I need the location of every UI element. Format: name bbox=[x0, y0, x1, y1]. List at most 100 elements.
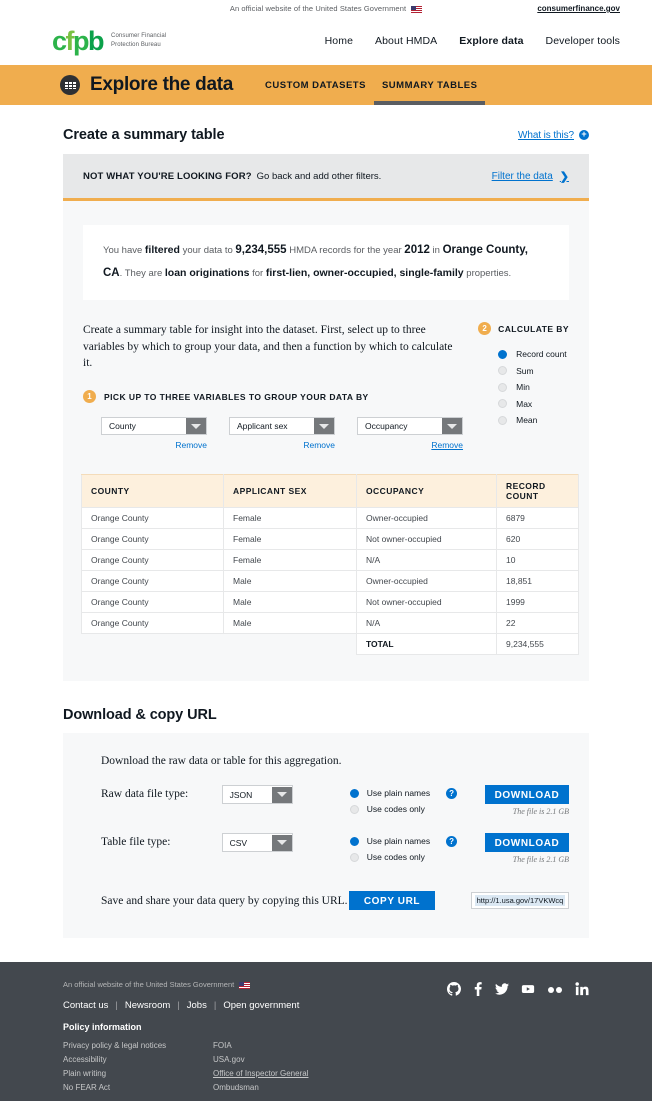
flickr-icon[interactable] bbox=[547, 985, 563, 997]
copy-url-text: Save and share your data query by copyin… bbox=[101, 894, 348, 907]
nav-item-home[interactable]: Home bbox=[325, 35, 353, 47]
group-select-3[interactable]: Occupancy bbox=[357, 417, 463, 436]
download-panel: Download the raw data or table for this … bbox=[63, 733, 589, 939]
radio-max[interactable]: Max bbox=[498, 396, 569, 413]
radio-min[interactable]: Min bbox=[498, 379, 569, 396]
footer-link-usa-gov[interactable]: USA.gov bbox=[213, 1053, 363, 1067]
step-1-label: PICK UP TO THREE VARIABLES TO GROUP YOUR… bbox=[104, 391, 369, 402]
builder-left: Create a summary table for insight into … bbox=[83, 322, 463, 450]
step-2-number: 2 bbox=[478, 322, 492, 335]
share-url-field[interactable]: http://1.usa.gov/17VKWcq bbox=[471, 892, 569, 910]
fs-t3: HMDA records for the year bbox=[286, 245, 405, 256]
gov-banner: An official website of the United States… bbox=[0, 0, 652, 17]
twitter-icon[interactable] bbox=[495, 982, 509, 999]
group-select-1[interactable]: County bbox=[101, 417, 207, 436]
table-codes-only-option[interactable]: Use codes only bbox=[349, 849, 469, 865]
table-filetype-value: CSV bbox=[229, 837, 248, 848]
table-row: Orange County Male Owner-occupied 18,851 bbox=[81, 570, 579, 593]
table-file-row: Table file type: CSV Use plain names ? U… bbox=[101, 833, 569, 865]
group-select-2[interactable]: Applicant sex bbox=[229, 417, 335, 436]
nav-item-about-hmda[interactable]: About HMDA bbox=[375, 35, 437, 47]
raw-codes-only-option[interactable]: Use codes only bbox=[349, 801, 469, 817]
youtube-icon[interactable] bbox=[521, 982, 535, 999]
footer-link-jobs[interactable]: Jobs bbox=[187, 1000, 207, 1011]
footer-link-privacy-policy[interactable]: Privacy policy & legal notices bbox=[63, 1039, 213, 1053]
table-filetype-select[interactable]: CSV bbox=[221, 833, 293, 853]
table-row: Orange County Female Owner-occupied 6879 bbox=[81, 507, 579, 530]
footer-link-foia[interactable]: FOIA bbox=[213, 1039, 363, 1053]
builder-intro-text: Create a summary table for insight into … bbox=[83, 324, 453, 370]
radio-mean[interactable]: Mean bbox=[498, 412, 569, 429]
linkedin-icon[interactable] bbox=[575, 982, 589, 999]
footer-link-open-government[interactable]: Open government bbox=[223, 1000, 299, 1011]
cell-applicant-sex: Male bbox=[223, 612, 357, 635]
radio-record-count[interactable]: Record count bbox=[498, 346, 569, 363]
radio-dot bbox=[498, 415, 508, 425]
main-navigation: cfpb Consumer Financial Protection Burea… bbox=[0, 17, 652, 65]
raw-data-filetype-select[interactable]: JSON bbox=[221, 785, 293, 805]
table-row: Orange County Female N/A 10 bbox=[81, 549, 579, 572]
fs-t5: . They are bbox=[119, 268, 165, 279]
raw-download-col: DOWNLOAD The file is 2.1 GB bbox=[469, 785, 569, 816]
footer-link-ombudsman[interactable]: Ombudsman bbox=[213, 1081, 363, 1095]
tab-summary-tables[interactable]: SUMMARY TABLES bbox=[373, 65, 486, 105]
footer-link-accessibility[interactable]: Accessibility bbox=[63, 1053, 213, 1067]
footer-col-2: FOIA USA.gov Office of Inspector General… bbox=[213, 1039, 363, 1095]
total-label: TOTAL bbox=[356, 633, 497, 656]
footer-col-1: Privacy policy & legal notices Accessibi… bbox=[63, 1039, 213, 1095]
cell-county: Orange County bbox=[81, 570, 224, 593]
cell-occupancy: Not owner-occupied bbox=[356, 528, 497, 551]
chevron-down-icon bbox=[442, 418, 462, 435]
radio-sum[interactable]: Sum bbox=[498, 363, 569, 380]
facebook-icon[interactable] bbox=[473, 982, 483, 999]
remove-variable-1[interactable]: Remove bbox=[101, 440, 207, 450]
cell-record-count: 1999 bbox=[496, 591, 579, 614]
footer-social-icons bbox=[447, 982, 589, 999]
page-content: Create a summary table What is this? + N… bbox=[0, 127, 652, 1101]
cell-applicant-sex: Male bbox=[223, 570, 357, 593]
remove-variable-3[interactable]: Remove bbox=[357, 440, 463, 450]
step-1-number: 1 bbox=[83, 390, 96, 404]
cfpb-logo[interactable]: cfpb Consumer Financial Protection Burea… bbox=[52, 27, 166, 55]
filter-the-data-link[interactable]: Filter the data ❯ bbox=[492, 170, 569, 183]
github-icon[interactable] bbox=[447, 982, 461, 999]
radio-dot bbox=[349, 836, 359, 846]
nav-item-developer-tools[interactable]: Developer tools bbox=[546, 35, 620, 47]
raw-download-button[interactable]: DOWNLOAD bbox=[485, 785, 569, 805]
raw-plain-names-option[interactable]: Use plain names ? bbox=[349, 785, 469, 801]
site-footer: An official website of the United States… bbox=[0, 962, 652, 1101]
consumerfinance-link[interactable]: consumerfinance.gov bbox=[537, 4, 620, 13]
footer-link-plain-writing[interactable]: Plain writing bbox=[63, 1067, 213, 1081]
cell-occupancy: N/A bbox=[356, 549, 497, 572]
cell-record-count: 620 bbox=[496, 528, 579, 551]
table-body: Orange County Female Owner-occupied 6879… bbox=[81, 507, 579, 656]
cell-county: Orange County bbox=[81, 507, 224, 530]
cell-county: Orange County bbox=[81, 528, 224, 551]
table-plain-names-option[interactable]: Use plain names ? bbox=[349, 833, 469, 849]
footer-link-newsroom[interactable]: Newsroom bbox=[125, 1000, 170, 1011]
hero-bar: Explore the data CUSTOM DATASETS SUMMARY… bbox=[0, 65, 652, 105]
question-circle-icon[interactable]: ? bbox=[446, 835, 458, 847]
calculate-by-panel: 2 CALCULATE BY Record count Sum Min Max … bbox=[468, 322, 569, 450]
table-download-button[interactable]: DOWNLOAD bbox=[485, 833, 569, 853]
footer-link-contact-us[interactable]: Contact us bbox=[63, 1000, 108, 1011]
question-circle-icon[interactable]: ? bbox=[446, 787, 458, 799]
fs-t2: your data to bbox=[179, 245, 236, 256]
fs-t6: for bbox=[249, 268, 266, 279]
nav-item-explore-data[interactable]: Explore data bbox=[459, 35, 523, 47]
what-is-this-link[interactable]: What is this? + bbox=[518, 130, 589, 141]
copy-url-button[interactable]: COPY URL bbox=[349, 891, 435, 911]
table-total-row: TOTAL 9,234,555 bbox=[82, 633, 579, 656]
group-select-2-wrap: Applicant sex Remove bbox=[229, 417, 335, 450]
cell-occupancy: Owner-occupied bbox=[356, 507, 497, 530]
table-row: Orange County Male Not owner-occupied 19… bbox=[81, 591, 579, 614]
radio-dot bbox=[349, 788, 359, 798]
plus-circle-icon: + bbox=[579, 130, 589, 140]
filter-summary-box: You have filtered your data to 9,234,555… bbox=[83, 225, 569, 300]
tab-custom-datasets[interactable]: CUSTOM DATASETS bbox=[257, 65, 374, 105]
footer-link-no-fear-act[interactable]: No FEAR Act bbox=[63, 1081, 213, 1095]
footer-link-office-of-inspector-general[interactable]: Office of Inspector General bbox=[213, 1067, 363, 1081]
radio-dot bbox=[498, 349, 508, 359]
remove-variable-2[interactable]: Remove bbox=[229, 440, 335, 450]
cell-record-count: 18,851 bbox=[496, 570, 579, 593]
